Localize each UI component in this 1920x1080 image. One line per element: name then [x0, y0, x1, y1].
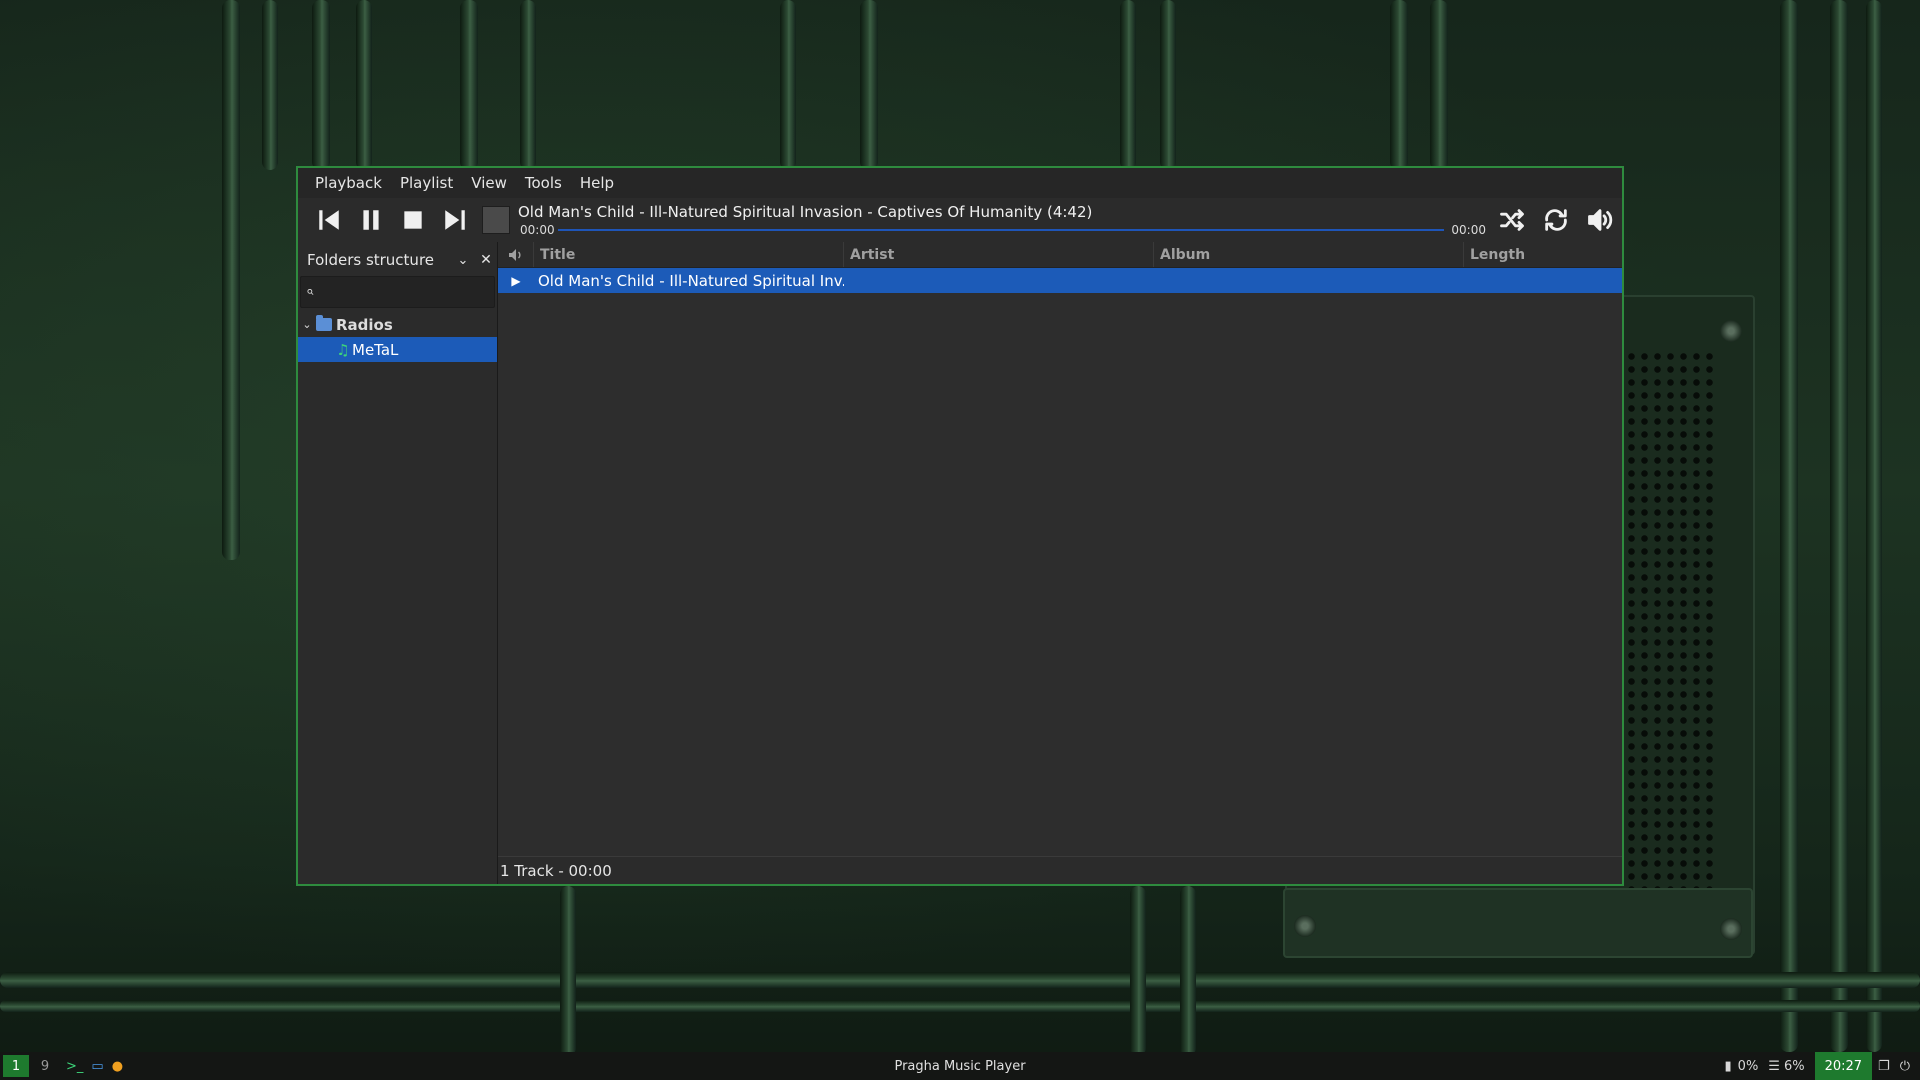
volume-button[interactable] — [1578, 200, 1622, 240]
system-tray: ▮ 0% ☰ 6% 20:27 ❐ ⏻ — [1725, 1052, 1920, 1080]
progress-row: 00:00 00:00 — [516, 222, 1490, 238]
chevron-down-icon[interactable]: ⌄ — [451, 253, 475, 268]
previous-button[interactable] — [308, 200, 350, 240]
sidebar-title[interactable]: Folders structure — [307, 251, 451, 269]
pause-button[interactable] — [350, 200, 392, 240]
track-count-label: 1 Track - 00:00 — [500, 861, 612, 880]
menu-view[interactable]: View — [462, 174, 516, 192]
power-icon[interactable]: ⏻ — [1900, 1059, 1910, 1074]
skip-previous-icon — [319, 210, 339, 230]
track-title: Old Man's Child - Ill-Natured Spiritual … — [538, 271, 844, 290]
workspace-9[interactable]: 9 — [32, 1055, 58, 1077]
menu-playlist[interactable]: Playlist — [391, 174, 462, 192]
library-search — [300, 276, 495, 308]
tree-item-label: Radios — [336, 315, 393, 334]
playlist-body: ▶ Old Man's Child - Ill-Natured Spiritua… — [498, 268, 1622, 856]
table-row[interactable]: ▶ Old Man's Child - Ill-Natured Spiritua… — [498, 268, 1622, 293]
window-list-icon[interactable]: ❐ — [1878, 1059, 1890, 1074]
expander-icon[interactable]: ⌄ — [298, 318, 316, 331]
status-bar: 1 Track - 00:00 — [498, 856, 1622, 884]
clock[interactable]: 20:27 — [1814, 1052, 1873, 1080]
remaining-time: 00:00 — [1451, 223, 1486, 237]
stop-button[interactable] — [392, 200, 434, 240]
column-album[interactable]: Album — [1154, 242, 1464, 267]
active-window-title: Pragha Music Player — [894, 1058, 1026, 1074]
menu-tools[interactable]: Tools — [516, 174, 571, 192]
playlist-pane: Title Artist Album Length ▶ Old Man's Ch… — [498, 242, 1622, 884]
memory-icon: ☰ — [1768, 1058, 1780, 1074]
elapsed-time: 00:00 — [520, 223, 555, 237]
content-area: Folders structure ⌄ ✕ ⌄ Radios ♫ MeTaL T… — [298, 242, 1622, 884]
tree-item-radios[interactable]: ⌄ Radios — [298, 312, 497, 337]
firefox-icon[interactable]: ● — [112, 1059, 123, 1074]
folder-icon — [316, 315, 332, 331]
pause-icon — [363, 210, 379, 230]
close-icon[interactable]: ✕ — [475, 252, 497, 268]
play-icon: ▶ — [511, 273, 521, 288]
menu-help[interactable]: Help — [571, 174, 623, 192]
taskbar: 1 9 >_ ▭ ● Pragha Music Player ▮ 0% ☰ 6%… — [0, 1052, 1920, 1080]
tree-item-label: MeTaL — [352, 340, 399, 359]
now-playing-label: Old Man's Child - Ill-Natured Spiritual … — [518, 203, 1093, 221]
album-art[interactable] — [482, 206, 510, 234]
folder-tree: ⌄ Radios ♫ MeTaL — [298, 312, 497, 362]
folder-icon[interactable]: ▭ — [91, 1059, 103, 1074]
workspace-1[interactable]: 1 — [3, 1055, 29, 1077]
next-button[interactable] — [434, 200, 476, 240]
menu-playback[interactable]: Playback — [306, 174, 391, 192]
track-info: Old Man's Child - Ill-Natured Spiritual … — [516, 198, 1490, 242]
memory-value: 6% — [1783, 1058, 1805, 1074]
column-title[interactable]: Title — [534, 242, 844, 267]
music-note-icon: ♫ — [336, 340, 350, 359]
volume-icon — [1588, 209, 1613, 231]
battery-indicator[interactable]: ▮ 0% — [1725, 1059, 1759, 1074]
library-sidebar: Folders structure ⌄ ✕ ⌄ Radios ♫ MeTaL — [298, 242, 498, 884]
column-artist[interactable]: Artist — [844, 242, 1154, 267]
column-playing-state[interactable] — [498, 242, 534, 267]
playlist-header: Title Artist Album Length — [498, 242, 1622, 268]
shuffle-button[interactable] — [1490, 200, 1534, 240]
skip-next-icon — [445, 210, 465, 230]
menubar: Playback Playlist View Tools Help — [298, 168, 1622, 198]
search-input[interactable] — [320, 284, 494, 300]
speaker-icon — [508, 248, 520, 261]
column-length[interactable]: Length — [1464, 242, 1622, 267]
pragha-window: Playback Playlist View Tools Help Old Ma… — [296, 166, 1624, 886]
battery-value: 0% — [1737, 1058, 1759, 1074]
search-icon — [307, 288, 314, 295]
memory-indicator[interactable]: ☰ 6% — [1768, 1059, 1804, 1074]
battery-icon: ▮ — [1724, 1058, 1732, 1074]
player-toolbar: Old Man's Child - Ill-Natured Spiritual … — [298, 198, 1622, 242]
shuffle-icon — [1500, 209, 1524, 231]
stop-icon — [404, 211, 422, 229]
repeat-button[interactable] — [1534, 200, 1578, 240]
seek-bar[interactable] — [558, 229, 1444, 231]
tree-item-metal[interactable]: ♫ MeTaL — [298, 337, 497, 362]
sidebar-header: Folders structure ⌄ ✕ — [298, 244, 497, 276]
repeat-icon — [1545, 209, 1567, 231]
terminal-icon[interactable]: >_ — [66, 1059, 83, 1074]
